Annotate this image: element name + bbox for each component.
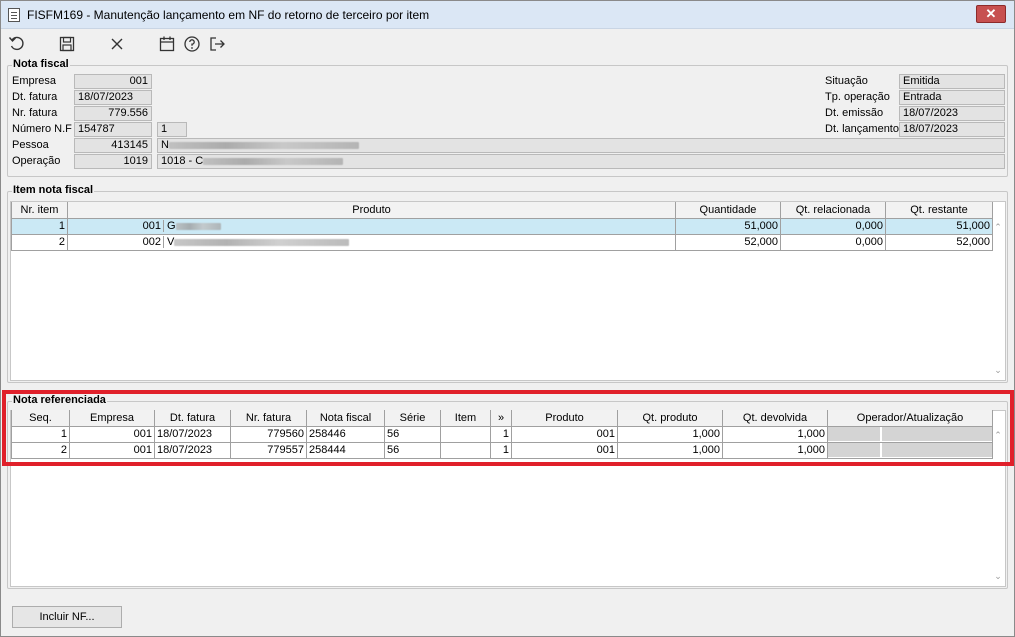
redacted-text [175,222,221,230]
redacted-text [174,238,350,246]
numero-nf-label: Número N.F [12,123,72,135]
exit-icon[interactable] [207,34,227,54]
main-window: FISFM169 - Manutenção lançamento em NF d… [0,0,1015,637]
incluir-nf-button[interactable]: Incluir NF... [12,606,122,628]
redacted-text [168,141,359,149]
title-bar: FISFM169 - Manutenção lançamento em NF d… [1,1,1014,29]
empresa-field[interactable]: 001 [74,74,152,89]
dt-emissao-label: Dt. emissão [825,107,884,119]
scroll-down-icon[interactable]: ⌄ [993,365,1003,375]
redacted-text [203,157,344,165]
cell-qt-relacionada[interactable]: 0,000 [780,233,886,251]
pessoa-name: N [161,139,169,151]
cell-qt-restante[interactable]: 51,000 [885,217,993,235]
save-icon[interactable] [57,34,77,54]
undo-icon[interactable] [7,34,27,54]
col-qt-relacionada[interactable]: Qt. relacionada [780,202,886,219]
col-nr-item[interactable]: Nr. item [11,202,68,219]
cancel-icon[interactable] [107,34,127,54]
nota-fiscal-title: Nota fiscal [12,58,70,70]
produto-desc: G [167,220,176,232]
nr-fatura-label: Nr. fatura [12,107,58,119]
cell-quantidade[interactable]: 52,000 [675,233,781,251]
pessoa-code-field[interactable]: 413145 [74,138,152,153]
numero-nf-field[interactable]: 154787 [74,122,152,137]
cell-qt-restante[interactable]: 52,000 [885,233,993,251]
pessoa-label: Pessoa [12,139,49,151]
scroll-up-icon[interactable]: ⌃ [993,222,1003,232]
toolbar [1,30,1014,56]
close-button[interactable]: ✕ [976,5,1006,23]
cell-qt-relacionada[interactable]: 0,000 [780,217,886,235]
serie-field[interactable]: 1 [157,122,187,137]
empresa-label: Empresa [12,75,57,87]
dt-lancamento-field: 18/07/2023 [899,122,1005,137]
operacao-desc-field: 1018 - C [157,154,1005,169]
help-icon[interactable] [182,34,202,54]
produto-code: 001 [69,220,164,232]
col-qt-restante[interactable]: Qt. restante [885,202,993,219]
cell-produto[interactable]: 001 G [67,217,676,235]
dt-lancamento-label: Dt. lançamento [825,123,899,135]
col-quantidade[interactable]: Quantidade [675,202,781,219]
document-icon [8,8,20,22]
operacao-label: Operação [12,155,61,167]
calendar-icon[interactable] [157,34,177,54]
operacao-code-field[interactable]: 1019 [74,154,152,169]
window-title: FISFM169 - Manutenção lançamento em NF d… [27,8,430,22]
item-nota-fiscal-title: Item nota fiscal [12,184,95,196]
dt-emissao-field: 18/07/2023 [899,106,1005,121]
pessoa-name-field: N [157,138,1005,153]
cell-quantidade[interactable]: 51,000 [675,217,781,235]
dt-fatura-field[interactable]: 18/07/2023 [74,90,152,105]
col-produto[interactable]: Produto [67,202,676,219]
nr-fatura-field[interactable]: 779.556 [74,106,152,121]
dt-fatura-label: Dt. fatura [12,91,58,103]
tp-operacao-label: Tp. operação [825,91,890,103]
produto-desc: V [167,236,175,248]
scroll-down-icon[interactable]: ⌄ [993,571,1003,581]
cell-nr-item[interactable]: 2 [11,233,68,251]
itens-table: Nr. item Produto Quantidade Qt. relacion… [11,202,993,251]
table-row[interactable]: 1 001 G 51,000 0,000 51,000 [11,217,993,235]
cell-produto[interactable]: 002 V [67,233,676,251]
cell-nr-item[interactable]: 1 [11,217,68,235]
operacao-desc: 1018 - C [161,155,204,167]
situacao-field: Emitida [899,74,1005,89]
tp-operacao-field: Entrada [899,90,1005,105]
situacao-label: Situação [825,75,868,87]
highlight-box [2,390,1014,466]
table-row[interactable]: 2 002 V 52,000 0,000 52,000 [11,233,993,251]
produto-code: 002 [69,236,164,248]
